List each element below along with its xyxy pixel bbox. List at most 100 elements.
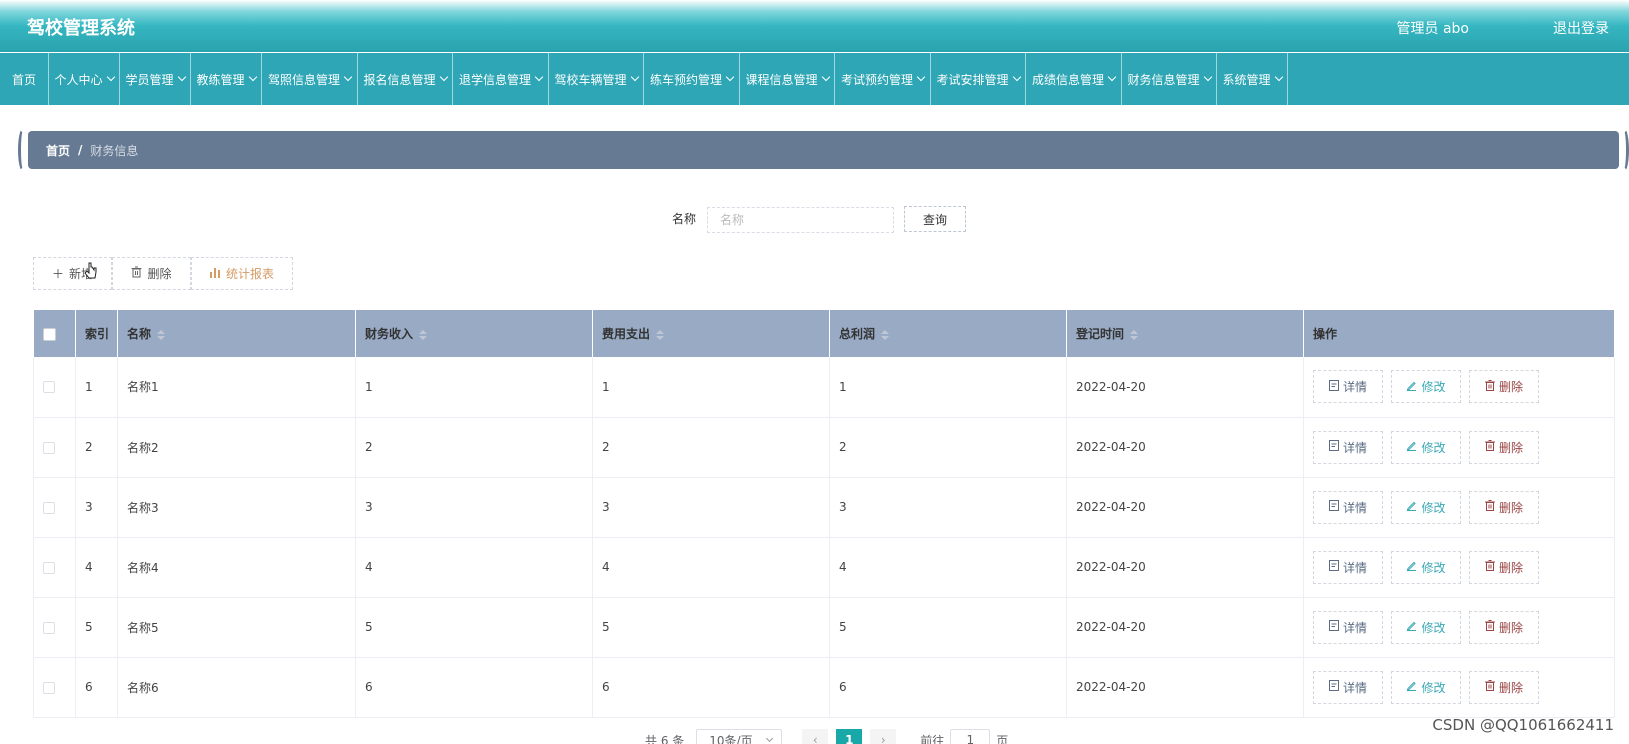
row-checkbox[interactable] (43, 501, 55, 514)
query-button[interactable]: 查询 (904, 206, 966, 232)
row-select[interactable] (33, 597, 76, 658)
cell-income: 1 (355, 357, 593, 418)
chevron-down-icon (766, 734, 774, 743)
header-date[interactable]: 登记时间 (1066, 310, 1304, 357)
app-header: 驾校管理系统 管理员 abo 退出登录 (0, 0, 1629, 52)
nav-item-label: 教练管理 (196, 72, 245, 87)
sort-icon[interactable] (881, 329, 890, 340)
nav-item[interactable]: 报名信息管理 (358, 53, 453, 105)
detail-button[interactable]: 详情 (1313, 490, 1383, 524)
row-checkbox[interactable] (43, 561, 55, 574)
cell-date: 2022-04-20 (1066, 417, 1304, 478)
row-checkbox[interactable] (43, 381, 55, 394)
nav-item[interactable]: 系统管理 (1217, 53, 1288, 105)
detail-button[interactable]: 详情 (1313, 610, 1383, 644)
search-input[interactable] (707, 207, 894, 233)
nav-item[interactable]: 教练管理 (191, 53, 262, 105)
cell-index: 6 (75, 657, 118, 718)
breadcrumb: 首页 / 财务信息 (18, 128, 1629, 172)
cell-profit: 4 (829, 537, 1067, 598)
table-row: 3 名称3 3 3 3 2022-04-20 详情 修改 删除 (33, 477, 1615, 538)
row-select[interactable] (33, 417, 76, 478)
edit-button[interactable]: 修改 (1391, 550, 1461, 584)
row-select[interactable] (33, 477, 76, 538)
row-checkbox[interactable] (43, 441, 55, 454)
goto-page-input[interactable]: 1 (950, 729, 991, 744)
row-select[interactable] (33, 357, 76, 418)
table-row: 5 名称5 5 5 5 2022-04-20 详情 修改 删除 (33, 597, 1615, 658)
document-icon (1328, 379, 1339, 394)
sort-icon[interactable] (157, 329, 166, 340)
select-all-checkbox[interactable] (42, 327, 56, 341)
nav-item[interactable]: 退学信息管理 (453, 53, 549, 105)
header-expense[interactable]: 费用支出 (592, 310, 830, 357)
row-delete-button[interactable]: 删除 (1469, 490, 1539, 524)
edit-button[interactable]: 修改 (1391, 610, 1461, 644)
row-delete-button[interactable]: 删除 (1469, 550, 1539, 584)
pencil-icon (1406, 380, 1417, 394)
nav-item[interactable]: 练车预约管理 (644, 53, 740, 105)
detail-button[interactable]: 详情 (1313, 430, 1383, 464)
row-delete-button[interactable]: 删除 (1469, 610, 1539, 644)
row-delete-button[interactable]: 删除 (1469, 430, 1539, 464)
edit-button[interactable]: 修改 (1391, 370, 1461, 404)
row-select[interactable] (33, 657, 76, 718)
nav-item[interactable]: 考试安排管理 (931, 53, 1026, 105)
cell-expense: 4 (592, 537, 830, 598)
row-delete-label: 删除 (1498, 380, 1523, 395)
sort-icon[interactable] (419, 329, 428, 340)
sort-icon[interactable] (1130, 329, 1139, 340)
row-delete-button[interactable]: 删除 (1469, 370, 1539, 404)
prev-page-button[interactable]: ‹ (802, 729, 829, 744)
finance-table: 索引 名称 财务收入 费用支出 总利润 登记时间 操作 1 名称1 1 1 1 2022-… (33, 310, 1615, 718)
nav-item[interactable]: 成绩信息管理 (1026, 53, 1122, 105)
row-checkbox[interactable] (43, 681, 55, 694)
cell-profit: 1 (829, 357, 1067, 418)
edit-button[interactable]: 修改 (1391, 430, 1461, 464)
stats-report-button[interactable]: 统计报表 (191, 257, 293, 290)
document-icon (1328, 500, 1339, 514)
header-select-all[interactable] (33, 310, 76, 357)
detail-button[interactable]: 详情 (1313, 370, 1383, 404)
chevron-down-icon (1274, 72, 1283, 82)
edit-button[interactable]: 修改 (1391, 670, 1461, 704)
cell-index: 4 (75, 537, 118, 598)
row-delete-button[interactable]: 删除 (1469, 670, 1539, 704)
nav-item[interactable]: 考试预约管理 (835, 53, 931, 105)
cell-name: 名称4 (117, 537, 356, 598)
logout-link[interactable]: 退出登录 (1553, 18, 1609, 38)
nav-item[interactable]: 财务信息管理 (1122, 53, 1217, 105)
nav-item[interactable]: 个人中心 (49, 53, 120, 105)
header-name[interactable]: 名称 (117, 310, 356, 357)
detail-label: 详情 (1342, 440, 1367, 455)
page-number-active[interactable]: 1 (836, 729, 863, 744)
row-checkbox[interactable] (43, 621, 55, 634)
trash-icon (1484, 680, 1495, 694)
sort-icon[interactable] (656, 329, 665, 340)
next-page-button[interactable]: › (870, 729, 897, 744)
add-button[interactable]: ＋ 新增 (33, 257, 112, 290)
row-delete-label: 删除 (1498, 500, 1523, 515)
row-select[interactable] (33, 537, 76, 598)
detail-button[interactable]: 详情 (1313, 550, 1383, 584)
cell-ops: 详情 修改 删除 (1303, 477, 1615, 538)
nav-item[interactable]: 学员管理 (120, 53, 191, 105)
header-income[interactable]: 财务收入 (355, 310, 593, 357)
edit-button[interactable]: 修改 (1391, 490, 1461, 524)
header-profit[interactable]: 总利润 (829, 310, 1067, 357)
detail-button[interactable]: 详情 (1313, 670, 1383, 704)
breadcrumb-right-bracket (1619, 128, 1629, 172)
nav-item[interactable]: 课程信息管理 (740, 53, 835, 105)
nav-item[interactable]: 驾照信息管理 (262, 53, 358, 105)
breadcrumb-home[interactable]: 首页 (46, 142, 70, 159)
page-size-select[interactable]: 10条/页 (696, 729, 783, 744)
nav-item-label: 成绩信息管理 (1031, 72, 1104, 87)
delete-button[interactable]: 删除 (112, 257, 191, 290)
pencil-icon (1406, 680, 1417, 694)
nav-item-label: 财务信息管理 (1127, 72, 1200, 87)
header-index: 索引 (75, 310, 118, 357)
cell-expense: 3 (592, 477, 830, 538)
nav-item[interactable]: 首页 (0, 53, 49, 105)
nav-item[interactable]: 驾校车辆管理 (549, 53, 644, 105)
cell-date: 2022-04-20 (1066, 657, 1304, 718)
